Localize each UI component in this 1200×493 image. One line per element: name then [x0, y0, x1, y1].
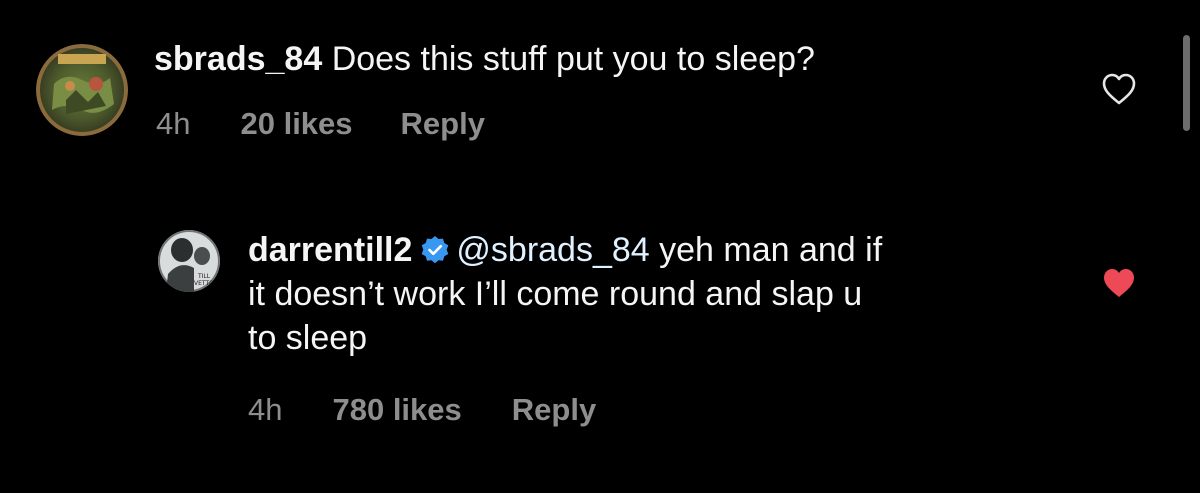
- username-darrentill[interactable]: darrentill2: [248, 231, 412, 269]
- reply-button[interactable]: Reply: [512, 392, 596, 428]
- comment-meta-darrentill: 4h 780 likes Reply: [248, 390, 596, 430]
- timestamp: 4h: [156, 106, 191, 141]
- verified-badge-icon: [420, 232, 450, 264]
- comment-line-1: darrentill2 @sbrads_84 yeh man and if: [248, 228, 1068, 272]
- heart-filled-icon: [1104, 269, 1134, 297]
- comment-sbrads: sbrads_84 Does this stuff put you to sle…: [0, 0, 1200, 180]
- heart-outline-icon: [1102, 73, 1136, 105]
- comment-body-sbrads: sbrads_84 Does this stuff put you to sle…: [154, 37, 815, 81]
- comment-body-darrentill: darrentill2 @sbrads_84 yeh man and if it…: [248, 228, 1068, 360]
- likes-count[interactable]: 20 likes: [240, 106, 352, 142]
- timestamp: 4h: [248, 392, 283, 427]
- username-sbrads[interactable]: sbrads_84: [154, 40, 322, 78]
- like-button-sbrads[interactable]: [1101, 72, 1137, 106]
- avatar-darrentill[interactable]: TILL VETTORI: [158, 230, 220, 292]
- comment-text-line3: to sleep: [248, 319, 368, 357]
- likes-count[interactable]: 780 likes: [332, 392, 461, 428]
- avatar-sbrads-image: [36, 44, 128, 136]
- avatar-darrentill-image: TILL VETTORI: [158, 230, 220, 292]
- like-button-darrentill[interactable]: [1101, 266, 1137, 300]
- comment-text-line1: yeh man and if: [659, 231, 883, 269]
- comment-text-line2: it doesn’t work I’ll come round and slap…: [248, 275, 863, 313]
- comment-darrentill: TILL VETTORI darrentill2 @sbrads_84 yeh …: [0, 200, 1200, 493]
- avatar-sbrads[interactable]: [36, 44, 128, 136]
- svg-text:VETTORI: VETTORI: [194, 280, 220, 287]
- mention-link[interactable]: @sbrads_84: [456, 231, 649, 269]
- scrollbar[interactable]: [1183, 35, 1190, 131]
- comment-text-sbrads: Does this stuff put you to sleep?: [331, 40, 815, 78]
- reply-button[interactable]: Reply: [401, 106, 485, 142]
- avatar-logo-text: TILL: [197, 273, 211, 280]
- comment-meta-sbrads: 4h 20 likes Reply: [156, 104, 485, 144]
